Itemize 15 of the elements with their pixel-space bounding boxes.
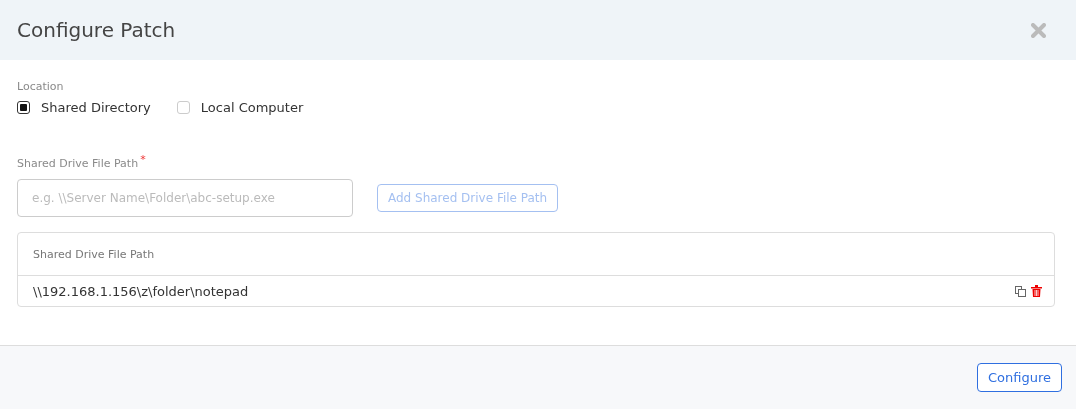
configure-button[interactable]: Configure xyxy=(977,363,1062,392)
dialog-title: Configure Patch xyxy=(17,18,176,42)
copy-icon[interactable] xyxy=(1015,285,1026,297)
trash-icon[interactable] xyxy=(1031,285,1042,297)
radio-option[interactable]: Shared Directory xyxy=(17,100,151,115)
location-label: Location xyxy=(17,80,65,93)
radio-button[interactable] xyxy=(17,101,30,114)
table-cell: \\192.168.1.156\z\folder\notepad xyxy=(33,283,249,299)
option-label: Local Computer xyxy=(200,100,304,115)
column-header: Shared Drive File Path xyxy=(33,247,155,261)
radio-option[interactable]: Local Computer xyxy=(176,100,304,115)
file-path-field[interactable]: e.g. \\Server Name\Folder\abc-setup.exe xyxy=(17,179,353,217)
required-mark: * xyxy=(140,153,146,166)
option-label: Shared Directory xyxy=(41,100,151,115)
field-label: Shared Drive File Path xyxy=(17,157,139,170)
